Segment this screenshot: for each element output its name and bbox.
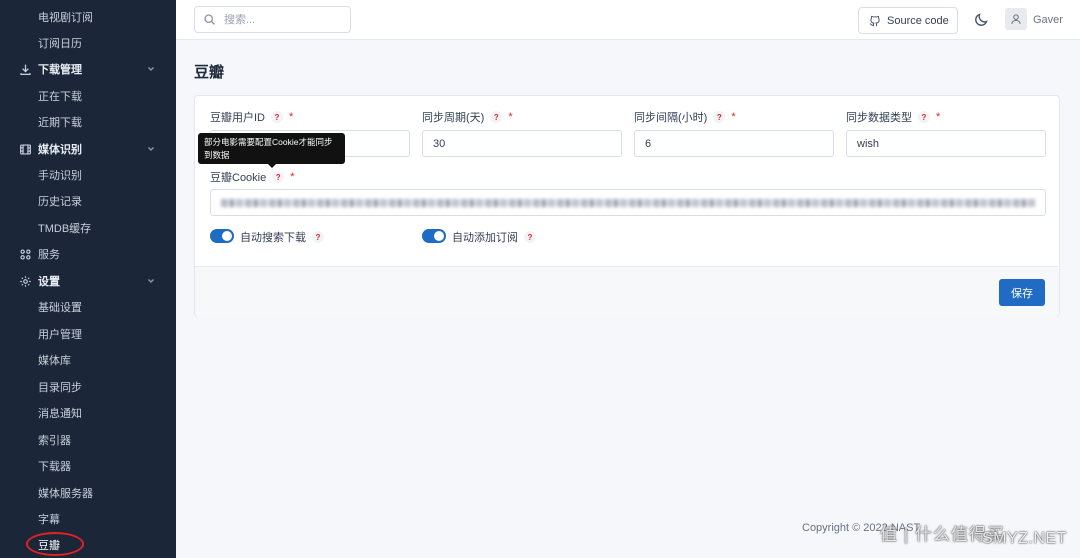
help-icon[interactable]: ?: [312, 231, 324, 243]
sidebar-item-label: 设置: [38, 276, 60, 288]
sidebar-item-directory-sync[interactable]: 目录同步: [0, 374, 176, 400]
sidebar-item-downloader[interactable]: 下载器: [0, 453, 176, 479]
douban-settings-card: 豆瓣用户ID ? * 同步周期(天) ? * 同步间隔(小时) ? * 同步数据…: [194, 95, 1060, 317]
sidebar-item-label: 消息通知: [38, 408, 82, 420]
sync-period-input[interactable]: 30: [422, 130, 622, 157]
auto-search-label-text: 自动搜索下载: [240, 232, 306, 244]
card-footer: 保存: [195, 266, 1059, 317]
gear-icon: [18, 274, 32, 288]
sidebar-item-services[interactable]: 服务: [0, 241, 176, 267]
sidebar-item-label: 下载器: [38, 461, 71, 473]
sidebar-item-label: 目录同步: [38, 382, 82, 394]
sidebar-item-label: 媒体识别: [38, 144, 82, 156]
auto-search-label: 自动搜索下载 ?: [240, 229, 324, 245]
required-mark: *: [508, 111, 513, 123]
chevron-down-icon: [148, 279, 154, 283]
sidebar-item-label: 基础设置: [38, 302, 82, 314]
sidebar-item-label: 电视剧订阅: [38, 12, 93, 24]
sync-period-label-text: 同步周期(天): [422, 112, 485, 124]
sync-type-input[interactable]: wish: [846, 130, 1046, 157]
source-code-button[interactable]: Source code: [858, 7, 958, 34]
sidebar-item-history[interactable]: 历史记录: [0, 188, 176, 214]
sidebar-item-label: 索引器: [38, 435, 71, 447]
sync-interval-label: 同步间隔(小时) ? *: [634, 109, 736, 125]
user-id-label-text: 豆瓣用户ID: [210, 112, 265, 124]
source-code-label: Source code: [887, 14, 949, 27]
github-icon: [869, 15, 880, 26]
search-input[interactable]: [224, 13, 334, 26]
cookie-value-blurred: [221, 199, 1036, 207]
sidebar-item-media-recognize[interactable]: 媒体识别: [0, 136, 176, 162]
sync-type-label: 同步数据类型 ? *: [846, 109, 940, 125]
sidebar-item-subtitles[interactable]: 字幕: [0, 506, 176, 532]
cookie-input[interactable]: [210, 189, 1046, 216]
auto-subscribe-label-text: 自动添加订阅: [452, 232, 518, 244]
cookie-label-text: 豆瓣Cookie: [210, 172, 267, 184]
sidebar-item-tmdb-cache[interactable]: TMDB缓存: [0, 215, 176, 241]
required-mark: *: [289, 111, 294, 123]
auto-subscribe-toggle[interactable]: [422, 229, 446, 243]
sidebar-item-download-manage[interactable]: 下载管理: [0, 56, 176, 82]
sidebar-item-subscribe-calendar[interactable]: 订阅日历: [0, 30, 176, 56]
user-id-label: 豆瓣用户ID ? *: [210, 109, 293, 125]
username[interactable]: Gaver: [1033, 14, 1063, 26]
user-icon: [1011, 14, 1021, 24]
sync-interval-label-text: 同步间隔(小时): [634, 112, 708, 124]
chevron-down-icon: [148, 67, 154, 71]
sync-type-label-text: 同步数据类型: [846, 112, 912, 124]
download-icon: [18, 62, 32, 76]
sidebar-item-manual-recognize[interactable]: 手动识别: [0, 162, 176, 188]
search-box[interactable]: [194, 6, 351, 33]
apps-icon: [18, 247, 32, 261]
sidebar-item-label: 历史记录: [38, 196, 82, 208]
sidebar-item-label: 用户管理: [38, 329, 82, 341]
sidebar-item-label: 媒体库: [38, 355, 71, 367]
auto-search-toggle[interactable]: [210, 229, 234, 243]
topbar: Source code Gaver: [176, 0, 1080, 40]
sidebar-item-tv-subscribe[interactable]: 电视剧订阅: [0, 4, 176, 30]
search-icon: [204, 14, 215, 25]
avatar[interactable]: [1005, 8, 1027, 30]
chevron-down-icon: [148, 147, 154, 151]
sidebar-item-label: 正在下载: [38, 91, 82, 103]
auto-subscribe-label: 自动添加订阅 ?: [452, 229, 536, 245]
film-icon: [18, 142, 32, 156]
highlight-circle: [26, 532, 84, 556]
help-icon[interactable]: ?: [918, 111, 930, 123]
page-title: 豆瓣: [194, 64, 225, 81]
sidebar-item-label: 近期下载: [38, 117, 82, 129]
sidebar-item-basic-settings[interactable]: 基础设置: [0, 294, 176, 320]
sidebar-item-downloading[interactable]: 正在下载: [0, 83, 176, 109]
watermark-url: SMYZ.NET: [982, 530, 1067, 547]
help-icon[interactable]: ?: [271, 111, 283, 123]
sidebar-item-media-server[interactable]: 媒体服务器: [0, 480, 176, 506]
sidebar-item-notifications[interactable]: 消息通知: [0, 400, 176, 426]
sidebar-item-label: 订阅日历: [38, 38, 82, 50]
help-icon[interactable]: ?: [713, 111, 726, 123]
sidebar: 电视剧订阅 订阅日历 下载管理 正在下载 近期下载 媒体识别 手动识别 历史记录…: [0, 0, 176, 558]
sidebar-item-recent-downloads[interactable]: 近期下载: [0, 109, 176, 135]
sidebar-item-user-manage[interactable]: 用户管理: [0, 321, 176, 347]
save-button[interactable]: 保存: [999, 279, 1045, 306]
sidebar-item-label: 字幕: [38, 514, 60, 526]
sync-period-label: 同步周期(天) ? *: [422, 109, 513, 125]
help-icon[interactable]: ?: [490, 111, 503, 123]
sidebar-item-indexer[interactable]: 索引器: [0, 427, 176, 453]
sidebar-item-label: 手动识别: [38, 170, 82, 182]
help-icon[interactable]: ?: [524, 231, 536, 243]
moon-icon[interactable]: [973, 12, 989, 28]
sidebar-item-settings[interactable]: 设置: [0, 268, 176, 294]
sync-interval-input[interactable]: 6: [634, 130, 834, 157]
required-mark: *: [936, 111, 941, 123]
sidebar-item-label: 下载管理: [38, 64, 82, 76]
sidebar-item-label: 服务: [38, 249, 60, 261]
cookie-tooltip: 部分电影需要配置Cookie才能同步到数据: [198, 133, 345, 168]
sidebar-item-label: TMDB缓存: [38, 223, 92, 235]
cookie-label: 豆瓣Cookie ? *: [210, 169, 295, 185]
sidebar-item-label: 媒体服务器: [38, 488, 93, 500]
sidebar-item-media-library[interactable]: 媒体库: [0, 347, 176, 373]
help-icon[interactable]: ?: [272, 171, 285, 183]
required-mark: *: [290, 171, 295, 183]
required-mark: *: [731, 111, 736, 123]
